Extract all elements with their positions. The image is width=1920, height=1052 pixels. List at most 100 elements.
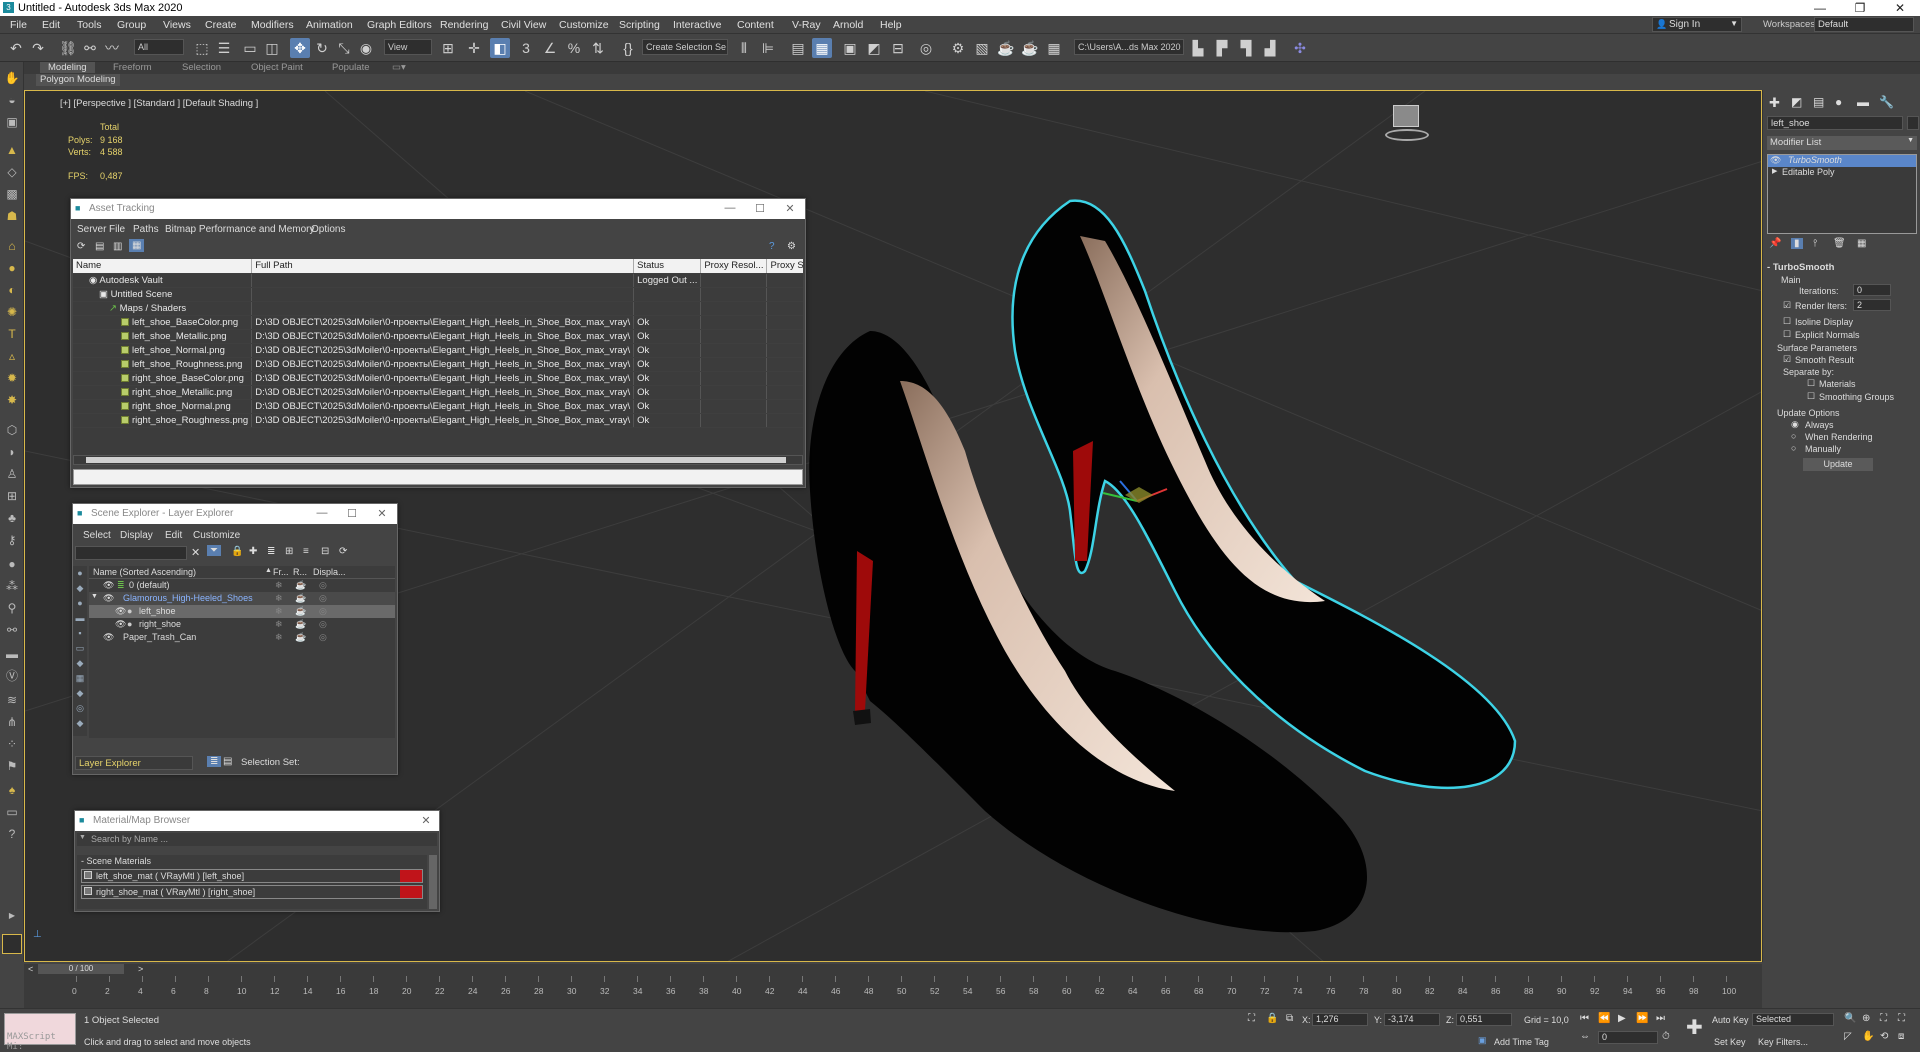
sun-icon[interactable]: ✹ [4, 370, 20, 386]
tree-row[interactable]: 👁 ≣ 0 (default) ❄ ☕ ◎ [89, 579, 395, 592]
render-cloud-icon[interactable]: ▦ [1044, 38, 1064, 58]
menu-bitmap-performance[interactable]: Bitmap Performance and Memory [165, 224, 315, 235]
menu-group[interactable]: Group [117, 19, 146, 31]
key-filters-button[interactable]: Key Filters... [1758, 1037, 1808, 1047]
redo-icon[interactable]: ↷ [28, 38, 48, 58]
scene-explorer-titlebar[interactable]: ■ Scene Explorer - Layer Explorer — ☐ ✕ [73, 504, 397, 524]
lamp-icon[interactable]: T [4, 326, 20, 342]
maximize-button[interactable]: ❐ [1840, 0, 1880, 16]
teapot-icon[interactable]: ☗ [4, 208, 20, 224]
menu-customize[interactable]: Customize [559, 19, 609, 31]
eye-icon[interactable]: 👁 [115, 606, 126, 617]
tree-view-icon[interactable]: ▥ [113, 241, 122, 252]
col-name[interactable]: Name [73, 259, 253, 274]
horizontal-scrollbar[interactable] [73, 455, 803, 465]
timeline[interactable]: < 0 / 100 > 0 2 4 6 8 10 12 14 16 18 20 22 24 26 28 30 3… [24, 964, 1762, 1008]
menu-views[interactable]: Views [163, 19, 191, 31]
freeze-icon[interactable]: ❄ [275, 619, 283, 630]
named-selection-icon[interactable]: {} [618, 38, 638, 58]
maximize-button[interactable]: ☐ [751, 202, 769, 215]
key-icon[interactable]: ⚷ [4, 532, 20, 548]
render-icon[interactable]: ☕ [295, 632, 306, 643]
menu-select[interactable]: Select [83, 530, 111, 541]
display-icon[interactable]: ◎ [319, 619, 327, 630]
z-coordinate-field[interactable]: 0,551 [1456, 1013, 1512, 1026]
gear-icon[interactable]: ✺ [4, 304, 20, 320]
star-icon[interactable]: ✸ [4, 392, 20, 408]
table-row[interactable]: left_shoe_Metallic.png D:\3D OBJECT\2025\… [73, 329, 803, 344]
orbit-icon[interactable]: ⟲ [1880, 1031, 1888, 1042]
menu-file[interactable]: File [10, 19, 27, 31]
menu-tools[interactable]: Tools [77, 19, 102, 31]
vertical-scrollbar[interactable] [429, 855, 437, 909]
box-icon[interactable]: ▲ [4, 142, 20, 158]
sign-in-dropdown[interactable]: 👤 Sign In ▼ [1652, 17, 1742, 32]
layer-add-icon[interactable]: ⊞ [285, 546, 293, 557]
table-row[interactable]: left_shoe_Roughness.png D:\3D OBJECT\2025… [73, 357, 803, 372]
project-open-icon[interactable]: ▛ [1212, 38, 1232, 58]
key-set-dropdown[interactable]: Selected [1752, 1013, 1834, 1026]
clear-search-icon[interactable]: ✕ [191, 546, 200, 559]
selection-lock-icon[interactable]: 🔒 [1266, 1013, 1278, 1024]
hand-icon[interactable]: ✋ [4, 70, 20, 86]
menu-server[interactable]: Server [77, 224, 106, 235]
table-row[interactable]: right_shoe_BaseColor.png D:\3D OBJECT\202… [73, 371, 803, 386]
render-iters-spinner[interactable]: 2 [1853, 299, 1891, 311]
next-key-icon[interactable]: ⏩ [1636, 1013, 1648, 1024]
time-tag-icon[interactable]: ▣ [1478, 1035, 1487, 1046]
grid-icon[interactable]: ⊞ [4, 488, 20, 504]
render-production-icon[interactable]: ☕ [996, 38, 1016, 58]
table-view-icon[interactable]: ▦ [129, 239, 145, 252]
tree-icon[interactable]: ♠ [4, 782, 20, 798]
material-item[interactable]: left_shoe_mat ( VRayMtl ) [left_shoe] [81, 869, 423, 883]
snaps-toggle-icon[interactable]: 3 [516, 38, 536, 58]
close-button[interactable]: ✕ [373, 507, 391, 520]
modifier-item-editable-poly[interactable]: ▶ Editable Poly [1768, 167, 1916, 179]
render-setup-icon[interactable]: ⚙ [948, 38, 968, 58]
menu-help[interactable]: Help [880, 19, 902, 31]
current-frame-field[interactable]: 0 [1598, 1031, 1658, 1044]
object-color-swatch[interactable] [1907, 116, 1919, 130]
display-icon[interactable]: ◎ [319, 580, 327, 591]
x-coordinate-field[interactable]: 1,276 [1312, 1013, 1368, 1026]
table-row[interactable]: ▣ Untitled Scene [73, 287, 803, 302]
close-button[interactable]: ✕ [417, 814, 435, 827]
key-mode-icon[interactable]: ⇔ [1580, 1031, 1590, 1042]
shape-icon[interactable]: ◇ [4, 164, 20, 180]
manipulate-icon[interactable]: ✛ [464, 38, 484, 58]
light-icon[interactable]: ▩ [4, 186, 20, 202]
expand-arrow-icon[interactable]: ▶ [4, 908, 20, 924]
freeze-icon[interactable]: ❄ [275, 632, 283, 643]
vray-logo-icon[interactable]: Ⓥ [4, 668, 20, 684]
expand-arrow-icon[interactable]: ▶ [1772, 167, 1777, 175]
set-key-button[interactable]: Set Key [1714, 1037, 1746, 1047]
collapse-arrow-icon[interactable]: ▼ [91, 593, 98, 600]
freeze-icon[interactable]: ❄ [275, 606, 283, 617]
pan-icon[interactable]: ✋ [1862, 1031, 1874, 1042]
list-view-icon[interactable]: ▤ [95, 241, 104, 252]
table-row[interactable]: ◉ Autodesk Vault Logged Out ... [73, 273, 803, 288]
cylinder-icon[interactable]: ⬡ [4, 422, 20, 438]
table-row[interactable]: left_shoe_Normal.png D:\3D OBJECT\2025\3d… [73, 343, 803, 358]
person-icon[interactable]: ♙ [4, 466, 20, 482]
tree-row[interactable]: 👁 ● right_shoe ❄ ☕ ◎ [89, 618, 395, 631]
zoom-icon[interactable]: 🔍 [1844, 1013, 1856, 1024]
explicit-normals-checkbox[interactable]: ☐ [1783, 329, 1791, 340]
menu-options[interactable]: Options [311, 224, 345, 235]
layer-stack-icon[interactable]: ≡ [303, 546, 309, 557]
bone-icon[interactable]: ⚲ [4, 600, 20, 616]
modifier-list-dropdown[interactable]: Modifier List ▼ [1767, 136, 1917, 150]
tree-row[interactable]: 👁 ● left_shoe ❄ ☕ ◎ [89, 605, 395, 618]
modify-tab-icon[interactable]: ◩ [1791, 95, 1802, 109]
path-field[interactable] [73, 469, 803, 485]
create-geometry-icon[interactable]: ◒ [4, 92, 20, 108]
go-to-end-icon[interactable]: ⏭ [1656, 1013, 1665, 1024]
hat-icon[interactable]: ⌂ [4, 238, 20, 254]
render-icon[interactable]: ☕ [295, 580, 306, 591]
plant-icon[interactable]: ♣ [4, 510, 20, 526]
maxscript-listener[interactable]: MAXScript Mi: [4, 1013, 76, 1052]
schematic-view-icon[interactable]: ⊟ [888, 38, 908, 58]
table-row[interactable]: right_shoe_Roughness.png D:\3D OBJECT\202… [73, 413, 803, 428]
object-name-field[interactable]: left_shoe [1767, 116, 1903, 130]
table-row[interactable]: left_shoe_BaseColor.png D:\3D OBJECT\2025… [73, 315, 803, 330]
